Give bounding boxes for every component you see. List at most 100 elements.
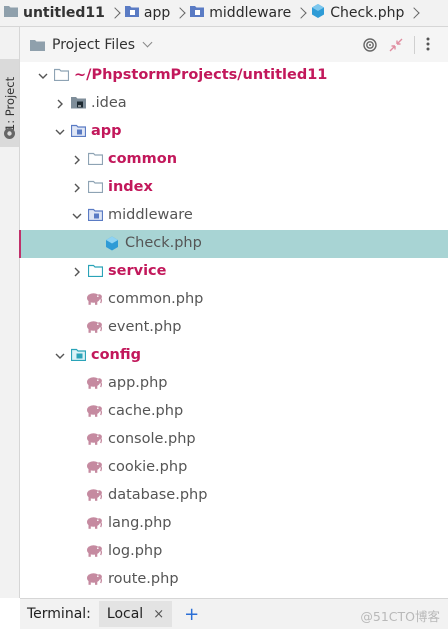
tree-item-idea[interactable]: .idea (20, 90, 448, 118)
tree-item-label: cache.php (108, 403, 184, 419)
module-folder-icon (190, 5, 205, 21)
tree-item-cache-php[interactable]: cache.php (20, 398, 448, 426)
tree-item-middleware[interactable]: middleware (20, 202, 448, 230)
idea-folder-icon (71, 96, 86, 113)
tree-item-check-php[interactable]: Check.php (19, 230, 448, 258)
folder-icon (4, 5, 18, 21)
php-elephant-icon (85, 544, 102, 561)
tree-item-label: app.php (108, 375, 168, 391)
locate-target-icon[interactable] (363, 38, 377, 52)
php-elephant-icon (85, 320, 102, 337)
tree-item-label: middleware (108, 207, 193, 223)
php-elephant-icon (85, 376, 102, 393)
navigation-bar: untitled11 app middleware Check.php (0, 0, 448, 27)
chevron-down-icon[interactable] (142, 37, 153, 48)
php-elephant-icon (85, 516, 102, 533)
chevron-right-icon (408, 7, 421, 19)
watermark: @51CTO博客 (360, 609, 440, 624)
tree-item-label: ~/PhpstormProjects/untitled11 (74, 67, 328, 83)
folder-icon (87, 152, 104, 169)
terminal-tab-local[interactable]: Local × (98, 601, 173, 627)
tree-item-label: log.php (108, 543, 163, 559)
close-icon[interactable]: × (153, 607, 164, 622)
tree-item-label: app (91, 123, 122, 139)
tree-item-route-php[interactable]: route.php (20, 566, 448, 594)
tree-item-common[interactable]: common (20, 146, 448, 174)
tree-item-log-php[interactable]: log.php (20, 538, 448, 566)
php-elephant-icon (85, 460, 102, 477)
folder-icon (87, 180, 104, 197)
tree-item-label: Check.php (125, 235, 202, 251)
project-tree: ~/PhpstormProjects/untitled11 .idea app com… (19, 62, 448, 594)
folder-icon (53, 68, 70, 85)
tree-item-service[interactable]: service (20, 258, 448, 286)
tree-item-label: common (108, 151, 178, 167)
chevron-right-icon (174, 7, 186, 19)
tree-item-database-php[interactable]: database.php (20, 482, 448, 510)
breadcrumb-app[interactable]: app (124, 5, 171, 21)
module-folder-icon (124, 5, 139, 21)
panel-divider (414, 36, 415, 54)
project-gear-icon (3, 125, 16, 144)
chevron-right-icon (109, 7, 121, 19)
more-options-icon[interactable] (426, 37, 430, 51)
tree-item-label: .idea (91, 95, 127, 111)
php-elephant-icon (85, 292, 102, 309)
tool-window-strip: 1: Project (0, 27, 20, 598)
project-panel-header: Project Files (20, 27, 448, 62)
tree-item-label: console.php (108, 431, 196, 447)
breadcrumb-check-php[interactable]: Check.php (311, 4, 404, 22)
breadcrumb-project[interactable]: untitled11 (4, 5, 105, 21)
tree-item-label: event.php (108, 319, 182, 335)
terminal-label: Terminal: (27, 606, 91, 622)
tree-item-label: lang.php (108, 515, 172, 531)
tree-item-phpstormprojects-untitled11[interactable]: ~/PhpstormProjects/untitled11 (20, 62, 448, 90)
tree-item-app[interactable]: app (20, 118, 448, 146)
tree-item-lang-php[interactable]: lang.php (20, 510, 448, 538)
tree-item-console-php[interactable]: console.php (20, 426, 448, 454)
tree-item-event-php[interactable]: event.php (20, 314, 448, 342)
tree-item-label: route.php (108, 571, 179, 587)
bottom-tool-bar: Terminal: Local × + @51CTO博客 (20, 598, 448, 629)
chevron-right-icon[interactable] (71, 154, 83, 166)
chevron-right-icon[interactable] (71, 182, 83, 194)
php-elephant-icon (85, 432, 102, 449)
chevron-down-icon[interactable] (54, 350, 66, 362)
config-folder-icon (70, 348, 87, 365)
tree-item-common-php[interactable]: common.php (20, 286, 448, 314)
module-folder-icon (70, 124, 87, 141)
chevron-down-icon[interactable] (54, 126, 66, 138)
project-view-selector[interactable]: Project Files (52, 37, 135, 53)
tree-item-app-php[interactable]: app.php (20, 370, 448, 398)
tree-item-label: config (91, 347, 142, 363)
tree-item-label: common.php (108, 291, 204, 307)
php-elephant-icon (85, 572, 102, 589)
tree-item-index[interactable]: index (20, 174, 448, 202)
php-class-icon (311, 4, 325, 22)
tree-item-label: cookie.php (108, 459, 188, 475)
php-elephant-icon (85, 404, 102, 421)
tree-item-label: database.php (108, 487, 208, 503)
folder-icon (30, 39, 45, 51)
chevron-right-icon (295, 7, 307, 19)
module-folder-icon (87, 208, 104, 225)
chevron-right-icon[interactable] (54, 98, 66, 110)
tree-item-label: index (108, 179, 153, 195)
new-terminal-button[interactable]: + (184, 604, 199, 625)
chevron-down-icon[interactable] (71, 210, 83, 222)
breadcrumb-middleware[interactable]: middleware (190, 5, 291, 21)
php-class-icon (105, 236, 119, 255)
collapse-all-icon[interactable] (389, 38, 403, 52)
breadcrumb-label: middleware (209, 5, 292, 21)
tree-item-config[interactable]: config (20, 342, 448, 370)
php-elephant-icon (85, 488, 102, 505)
chevron-right-icon[interactable] (71, 266, 83, 278)
breadcrumb-label: untitled11 (23, 5, 105, 21)
chevron-down-icon[interactable] (37, 70, 49, 82)
terminal-tab-label: Local (106, 606, 144, 622)
source-folder-icon (87, 264, 104, 281)
tree-item-cookie-php[interactable]: cookie.php (20, 454, 448, 482)
breadcrumb-label: app (143, 5, 171, 21)
breadcrumb-label: Check.php (330, 5, 405, 21)
project-tool-window-tab[interactable]: 1: Project (0, 59, 19, 147)
